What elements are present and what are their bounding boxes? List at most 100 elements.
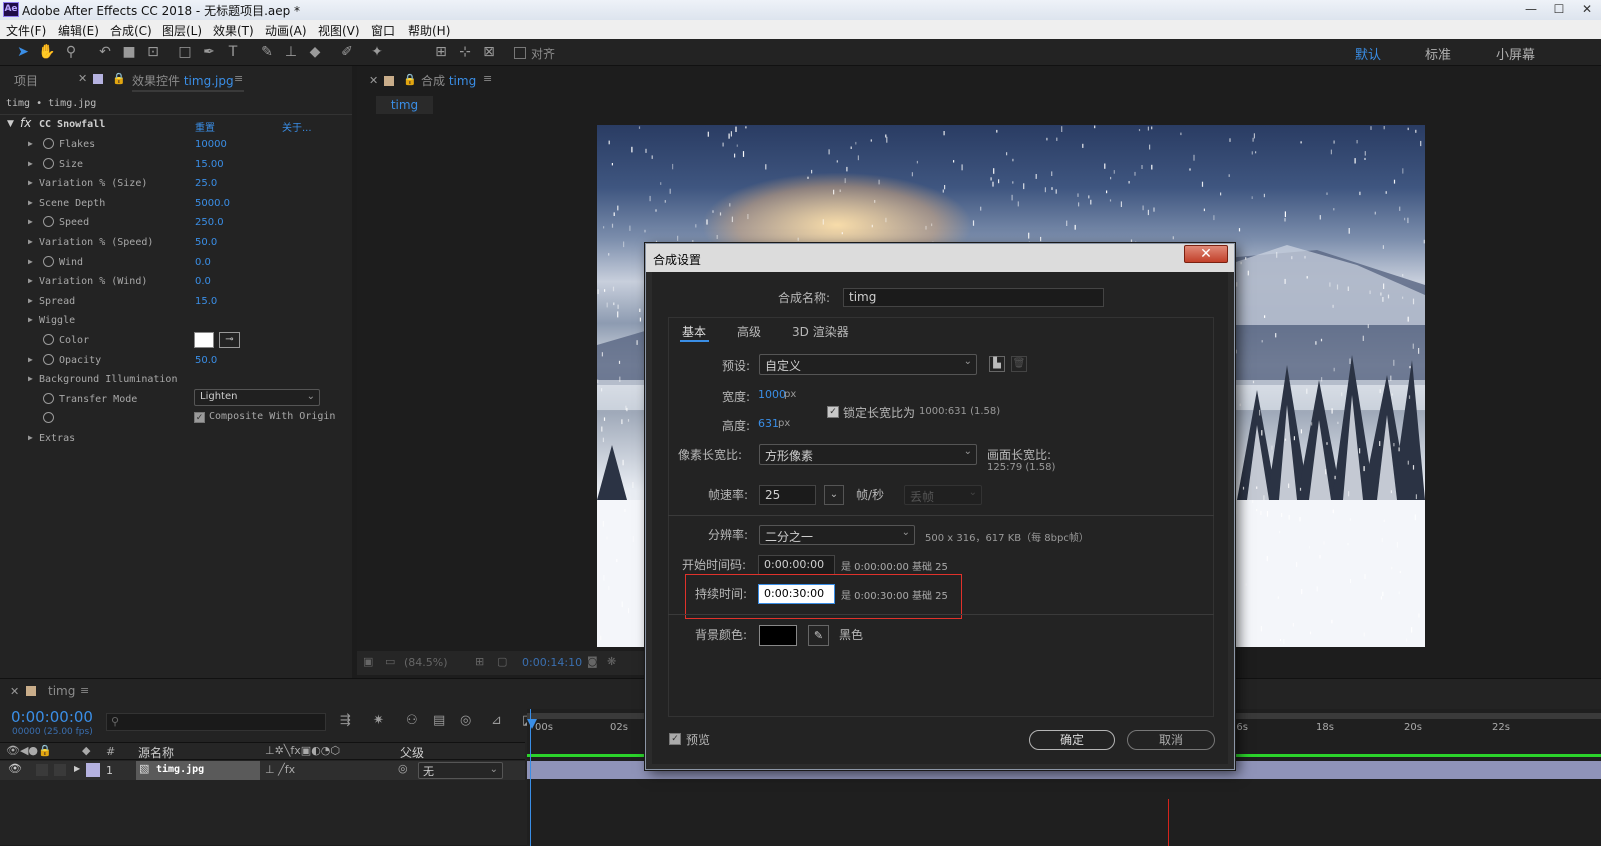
workspace-small-screen[interactable]: 小屏幕 (1496, 44, 1535, 63)
property-row[interactable]: ▶Opacity50.0 (0, 352, 352, 371)
menu-view[interactable]: 视图(V) (318, 22, 360, 39)
tab-3d-renderer[interactable]: 3D 渲染器 (792, 323, 849, 340)
tab-composition[interactable]: 合成 timg (421, 72, 476, 89)
expand-arrow-icon[interactable]: ▶ (28, 433, 33, 442)
playhead-handle[interactable] (527, 719, 537, 729)
property-value[interactable]: 10000 (195, 139, 227, 150)
view-axis-icon[interactable]: ⊠ (480, 43, 498, 61)
fx-icon[interactable]: fx (20, 116, 31, 130)
comp-panel-menu-icon[interactable]: ≡ (483, 72, 492, 85)
property-row[interactable]: ▶Variation % (Wind)0.0 (0, 273, 352, 292)
stopwatch-icon[interactable] (43, 138, 54, 149)
expand-arrow-icon[interactable]: ▶ (28, 198, 33, 207)
world-axis-icon[interactable]: ⊹ (456, 43, 474, 61)
expand-arrow-icon[interactable]: ▶ (28, 139, 33, 148)
always-preview-icon[interactable]: ▣ (363, 655, 373, 668)
preset-select[interactable]: 自定义⌄ (759, 354, 977, 375)
camera-tool-icon[interactable]: ■ (120, 43, 138, 61)
region-icon[interactable]: ▭ (385, 655, 395, 668)
frame-rate-input[interactable]: 25 (759, 485, 816, 505)
preview-checkbox[interactable]: ✓ (669, 733, 681, 745)
eraser-tool-icon[interactable]: ◆ (306, 43, 324, 61)
parent-select[interactable]: 无⌄ (418, 762, 503, 779)
menu-composition[interactable]: 合成(C) (110, 22, 152, 39)
stopwatch-icon[interactable] (43, 216, 54, 227)
property-row[interactable]: ▶Wiggle (0, 312, 352, 331)
composite-checkbox[interactable]: ✓ (194, 412, 205, 423)
property-row[interactable]: ▶Scene Depth5000.0 (0, 195, 352, 214)
playhead[interactable] (530, 709, 531, 846)
close-comp-tab-icon[interactable]: ✕ (369, 74, 378, 87)
expand-arrow-icon[interactable]: ▶ (28, 257, 33, 266)
clone-stamp-tool-icon[interactable]: ⊥ (282, 43, 300, 61)
mask-icon[interactable]: ▢ (497, 655, 507, 668)
property-value[interactable]: 0.0 (195, 276, 211, 287)
snapshot-icon[interactable]: ◙ (587, 655, 598, 668)
save-preset-icon[interactable]: ▙ (989, 356, 1005, 372)
workspace-standard[interactable]: 标准 (1425, 44, 1451, 63)
lock-icon[interactable]: 🔒 (112, 72, 126, 85)
puppet-tool-icon[interactable]: ✦ (368, 43, 386, 61)
stopwatch-icon[interactable] (43, 334, 54, 345)
ok-button[interactable]: 确定 (1029, 730, 1115, 750)
menu-help[interactable]: 帮助(H) (408, 22, 450, 39)
tab-advanced[interactable]: 高级 (737, 323, 761, 340)
timeline-current-time[interactable]: 0:00:00:00 (11, 708, 93, 726)
property-row[interactable]: ▶Extras (0, 430, 352, 449)
snap-checkbox[interactable] (514, 47, 526, 59)
zoom-select[interactable]: (84.5%) (404, 656, 448, 669)
rectangle-tool-icon[interactable]: □ (176, 43, 194, 61)
expand-arrow-icon[interactable]: ▶ (28, 315, 33, 324)
layer-switches[interactable]: ⊥ ╱fx (265, 763, 295, 776)
property-row[interactable]: ▶Wind0.0 (0, 254, 352, 273)
width-value[interactable]: 1000 (758, 388, 786, 401)
close-timeline-tab-icon[interactable]: ✕ (10, 685, 19, 698)
about-link[interactable]: 关于... (282, 119, 312, 134)
frame-blend-icon[interactable]: ▤ (433, 713, 445, 728)
current-time-display[interactable]: 0:00:14:10 (522, 656, 582, 669)
layer-name-highlight[interactable]: ▧ timg.jpg (136, 761, 260, 780)
stopwatch-icon[interactable] (43, 393, 54, 404)
visibility-eye-icon[interactable]: 👁 (8, 762, 22, 775)
menu-window[interactable]: 窗口 (371, 22, 395, 39)
col-source-name[interactable]: 源名称 (138, 744, 174, 761)
property-row[interactable]: ▶Flakes10000 (0, 136, 352, 155)
reset-link[interactable]: 重置 (195, 119, 215, 134)
menu-animation[interactable]: 动画(A) (265, 22, 307, 39)
tab-timeline-timg[interactable]: timg (48, 684, 75, 698)
expand-arrow-icon[interactable]: ▶ (28, 355, 33, 364)
comp-mini-flowchart-icon[interactable]: ⇶ (340, 713, 351, 728)
shy-icon[interactable]: ⚇ (406, 713, 418, 728)
property-row[interactable]: ▶Variation % (Speed)50.0 (0, 234, 352, 253)
expand-arrow-icon[interactable]: ▶ (28, 178, 33, 187)
selection-tool-icon[interactable]: ➤ (14, 43, 32, 61)
stopwatch-icon[interactable] (43, 256, 54, 267)
draft-3d-icon[interactable]: ✷ (373, 713, 384, 728)
property-row[interactable]: ▶Background Illumination (0, 371, 352, 390)
property-value[interactable]: 250.0 (195, 217, 224, 228)
close-tab-icon[interactable]: ✕ (78, 72, 87, 85)
expand-arrow-icon[interactable]: ▶ (28, 276, 33, 285)
stopwatch-icon[interactable] (43, 354, 54, 365)
bg-color-swatch[interactable] (759, 625, 797, 646)
effect-expand-icon[interactable]: ▼ (7, 119, 14, 129)
stopwatch-icon[interactable] (43, 412, 54, 423)
motion-blur-icon[interactable]: ◎ (460, 713, 471, 728)
graph-editor-icon[interactable]: ⊿ (491, 713, 502, 728)
property-row[interactable]: ▶Speed250.0 (0, 214, 352, 233)
menu-edit[interactable]: 编辑(E) (58, 22, 99, 39)
audio-toggle[interactable] (36, 764, 48, 776)
start-timecode-input[interactable]: 0:00:00:00 (758, 555, 835, 575)
comp-name-input[interactable]: timg (843, 288, 1104, 307)
duration-input[interactable]: 0:00:30:00 (758, 584, 835, 604)
property-row[interactable]: Color (0, 332, 352, 351)
snow-color-swatch[interactable] (194, 332, 214, 348)
property-row[interactable]: ▶Spread15.0 (0, 293, 352, 312)
comp-subtab[interactable]: timg (376, 96, 433, 114)
solo-toggle[interactable] (54, 764, 66, 776)
tab-effect-controls[interactable]: 效果控件 timg.jpg (132, 72, 234, 89)
grid-icon[interactable]: ⊞ (475, 655, 484, 668)
menu-file[interactable]: 文件(F) (6, 22, 46, 39)
pen-tool-icon[interactable]: ✒ (200, 43, 218, 61)
property-value[interactable]: 50.0 (195, 355, 217, 366)
